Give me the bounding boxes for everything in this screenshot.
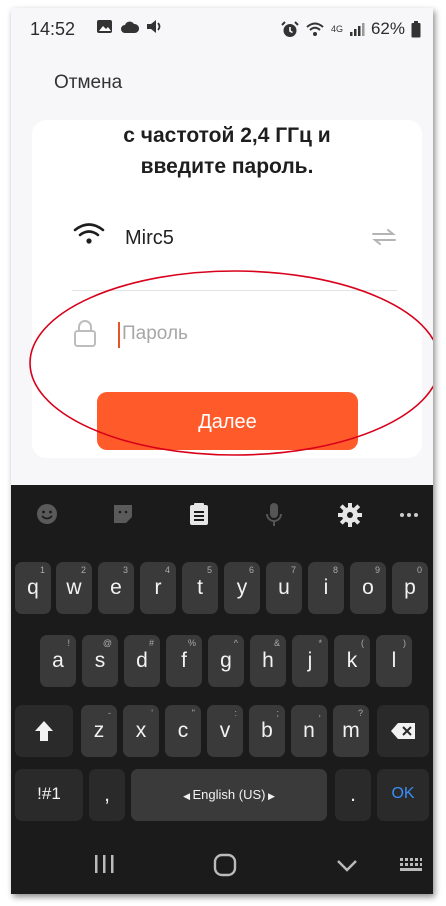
onscreen-keyboard: 1q 2w 3e 4r 5t 6y 7u 8i 9o 0p ! a @ s # d %… — [11, 485, 433, 894]
keyboard-switch-icon[interactable] — [399, 857, 423, 873]
period-key[interactable]: . — [335, 769, 371, 821]
space-key[interactable]: ◀ English (US) ▶ — [131, 769, 327, 821]
key-j[interactable]: * j — [292, 635, 328, 687]
key-q[interactable]: 1q — [15, 562, 51, 614]
key-t[interactable]: 5t — [182, 562, 218, 614]
back-icon[interactable] — [336, 859, 358, 873]
key-y[interactable]: 6y — [224, 562, 260, 614]
key-n[interactable]: ,n — [291, 705, 327, 757]
ok-key[interactable]: OK — [377, 769, 429, 821]
backspace-icon — [391, 723, 415, 739]
key-s[interactable]: @ s — [82, 635, 118, 687]
navigation-bar — [11, 833, 433, 893]
key-g[interactable]: ^ g — [208, 635, 244, 687]
language-next-icon: ▶ — [265, 791, 275, 801]
home-icon[interactable] — [213, 853, 237, 877]
sticker-icon[interactable] — [111, 502, 135, 526]
key-u[interactable]: 7u — [266, 562, 302, 614]
key-p[interactable]: 0p — [392, 562, 428, 614]
settings-icon[interactable] — [337, 502, 363, 528]
key-r[interactable]: 4r — [140, 562, 176, 614]
language-prev-icon: ◀ — [183, 791, 193, 801]
key-e[interactable]: 3e — [98, 562, 134, 614]
key-k[interactable]: (k — [334, 635, 370, 687]
key-m[interactable]: ? m — [333, 705, 369, 757]
clipboard-icon[interactable] — [188, 502, 210, 526]
key-b[interactable]: ; b — [249, 705, 285, 757]
shift-icon — [35, 721, 53, 741]
keyboard-toolbar — [11, 485, 433, 541]
key-z[interactable]: -z — [81, 705, 117, 757]
more-icon[interactable] — [399, 512, 419, 518]
key-w[interactable]: 2w — [56, 562, 92, 614]
symbols-key[interactable]: !#1 — [15, 769, 83, 821]
key-x[interactable]: ' x — [123, 705, 159, 757]
backspace-key[interactable] — [377, 705, 429, 757]
key-l[interactable]: ) l — [376, 635, 412, 687]
annotation-ellipse — [29, 270, 433, 456]
shift-key[interactable] — [15, 705, 73, 757]
key-d[interactable]: # d — [124, 635, 160, 687]
key-a[interactable]: ! a — [40, 635, 76, 687]
key-o[interactable]: 9o — [350, 562, 386, 614]
emoji-icon[interactable] — [35, 502, 59, 526]
space-language-label: English (US) — [192, 787, 266, 802]
key-h[interactable]: & h — [250, 635, 286, 687]
key-f[interactable]: % f — [166, 635, 202, 687]
key-i[interactable]: 8i — [308, 562, 344, 614]
key-v[interactable]: :v — [207, 705, 243, 757]
key-c[interactable]: " c — [165, 705, 201, 757]
recent-apps-icon[interactable] — [93, 853, 115, 875]
phone-screen: 14:52 4G 62% Отмена с частотой 2,4 ГГц и… — [11, 8, 433, 894]
mic-icon[interactable] — [264, 502, 284, 528]
comma-key[interactable]: , — [89, 769, 125, 821]
